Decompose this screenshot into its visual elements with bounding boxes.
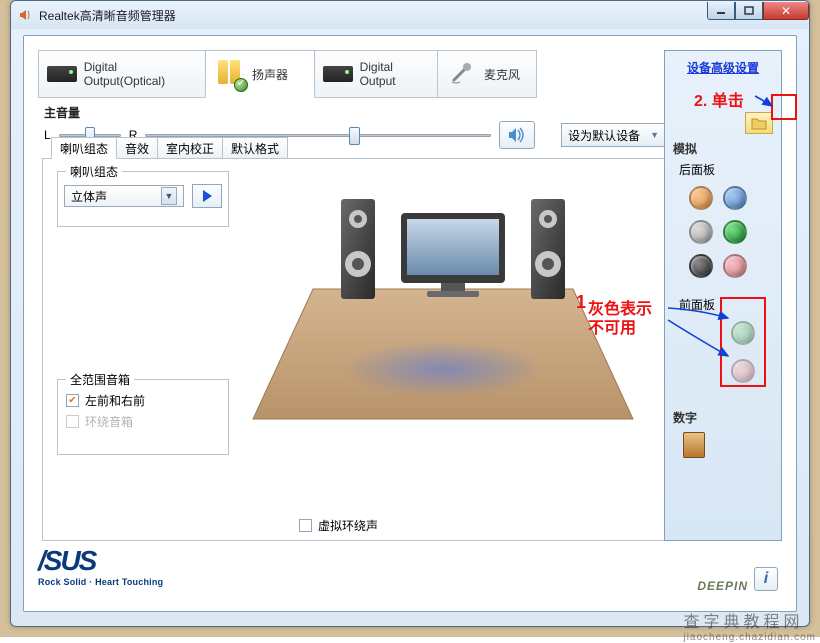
- checkbox-icon: ✔: [66, 394, 79, 407]
- right-sidebar: 设备高级设置 模拟 后面板 前面板 数字: [664, 50, 782, 541]
- chevron-down-icon: ▼: [161, 187, 177, 205]
- sub-tabs: 喇叭组态 音效 室内校正 默认格式: [51, 137, 287, 159]
- config-group: 喇叭组态 音效 室内校正 默认格式 喇叭组态 立体声 ▼: [42, 158, 668, 541]
- mute-button[interactable]: [499, 121, 535, 149]
- rear-panel-label: 后面板: [679, 161, 773, 178]
- checkbox-label: 虚拟环绕声: [318, 517, 378, 534]
- main-panel: 主音量 L R: [38, 98, 672, 541]
- rear-jacks: [673, 182, 773, 286]
- select-value: 立体声: [71, 188, 107, 205]
- balance-left-label: L: [44, 128, 51, 142]
- microphone-icon: [446, 58, 478, 90]
- default-device-label: 设为默认设备: [568, 127, 640, 144]
- speaker-stage-illustration: [243, 169, 643, 439]
- play-icon: [200, 189, 214, 203]
- info-button[interactable]: i: [754, 567, 778, 591]
- tab-speakers[interactable]: 扬声器: [205, 50, 315, 98]
- speaker-icon: [507, 126, 527, 144]
- checkbox-virtual-surround[interactable]: 虚拟环绕声: [299, 517, 378, 534]
- full-range-box: 全范围音箱 ✔ 左前和右前 环绕音箱: [57, 379, 229, 455]
- watermark-main: 查字典教程网: [683, 614, 803, 631]
- analog-section-label: 模拟: [673, 140, 773, 157]
- master-volume-label: 主音量: [44, 104, 666, 121]
- minimize-button[interactable]: [707, 2, 735, 20]
- subtab-label: 音效: [125, 140, 149, 157]
- device-icon: [47, 58, 78, 90]
- advanced-settings-link[interactable]: 设备高级设置: [673, 59, 773, 76]
- jack-front-pink[interactable]: [731, 359, 755, 383]
- partner-logo: DEEPIN: [697, 579, 748, 593]
- window-title: Realtek高清晰音频管理器: [39, 7, 707, 24]
- speaker-app-icon: [17, 7, 33, 23]
- titlebar[interactable]: Realtek高清晰音频管理器 ✕: [11, 1, 809, 29]
- front-jacks: [701, 317, 773, 391]
- tab-label: 扬声器: [252, 66, 288, 83]
- app-window: Realtek高清晰音频管理器 ✕ Digital Output(Optical…: [10, 0, 810, 627]
- connector-settings-button[interactable]: [745, 112, 773, 134]
- front-panel-label: 前面板: [679, 296, 773, 313]
- subtab-label: 喇叭组态: [60, 140, 108, 157]
- frame: Digital Output(Optical) 扬声器 Digital Outp…: [23, 35, 797, 612]
- digital-section-label: 数字: [673, 409, 773, 426]
- body: Digital Output(Optical) 扬声器 Digital Outp…: [11, 29, 809, 626]
- jack-front-green[interactable]: [731, 321, 755, 345]
- digital-jack-icon[interactable]: [683, 432, 705, 458]
- tab-label: 麦克风: [484, 66, 520, 83]
- device-tabs: Digital Output(Optical) 扬声器 Digital Outp…: [38, 50, 537, 98]
- test-play-button[interactable]: [192, 184, 222, 208]
- default-device-dropdown[interactable]: 设为默认设备 ▼: [561, 123, 666, 147]
- tab-digital-output[interactable]: Digital Output: [314, 50, 438, 98]
- checkbox-surround: 环绕音箱: [66, 413, 220, 430]
- tab-label: Digital Output: [360, 60, 429, 88]
- close-button[interactable]: ✕: [763, 2, 809, 20]
- subtab-default-format[interactable]: 默认格式: [222, 137, 288, 159]
- brand-name: /SUS: [38, 545, 163, 577]
- speaker-config-select[interactable]: 立体声 ▼: [64, 185, 184, 207]
- jack-orange[interactable]: [689, 186, 713, 210]
- window-controls: ✕: [707, 2, 809, 20]
- watermark: 查字典教程网 jiaocheng.chazidian.com: [683, 608, 816, 643]
- chevron-down-icon: ▼: [650, 130, 659, 140]
- tab-label: Digital Output(Optical): [84, 60, 197, 88]
- checkbox-icon: [299, 519, 312, 532]
- checkbox-label: 左前和右前: [85, 392, 145, 409]
- full-range-label: 全范围音箱: [66, 371, 134, 388]
- subtab-label: 默认格式: [231, 140, 279, 157]
- speaker-config-box: 喇叭组态 立体声 ▼: [57, 171, 229, 227]
- subtab-label: 室内校正: [166, 140, 214, 157]
- folder-icon: [751, 116, 767, 130]
- maximize-button[interactable]: [735, 2, 763, 20]
- device-icon: [323, 58, 354, 90]
- close-icon: ✕: [781, 4, 791, 18]
- watermark-sub: jiaocheng.chazidian.com: [683, 632, 816, 643]
- jack-green[interactable]: [723, 220, 747, 244]
- subtab-speaker-config[interactable]: 喇叭组态: [51, 137, 117, 159]
- jack-gray[interactable]: [689, 220, 713, 244]
- tab-microphone[interactable]: 麦克风: [437, 50, 537, 98]
- checkbox-icon: [66, 415, 79, 428]
- subtab-room-correction[interactable]: 室内校正: [157, 137, 223, 159]
- jack-blue[interactable]: [723, 186, 747, 210]
- checkbox-front-lr[interactable]: ✔ 左前和右前: [66, 392, 220, 409]
- jack-pink[interactable]: [723, 254, 747, 278]
- jack-black[interactable]: [689, 254, 713, 278]
- tab-digital-output-optical[interactable]: Digital Output(Optical): [38, 50, 206, 98]
- speaker-config-label: 喇叭组态: [66, 163, 122, 180]
- brand-tagline: Rock Solid · Heart Touching: [38, 577, 163, 587]
- speakers-icon: [214, 58, 246, 90]
- checkbox-label: 环绕音箱: [85, 413, 133, 430]
- brand-logo: /SUS Rock Solid · Heart Touching: [38, 545, 163, 587]
- subtab-sound-effects[interactable]: 音效: [116, 137, 158, 159]
